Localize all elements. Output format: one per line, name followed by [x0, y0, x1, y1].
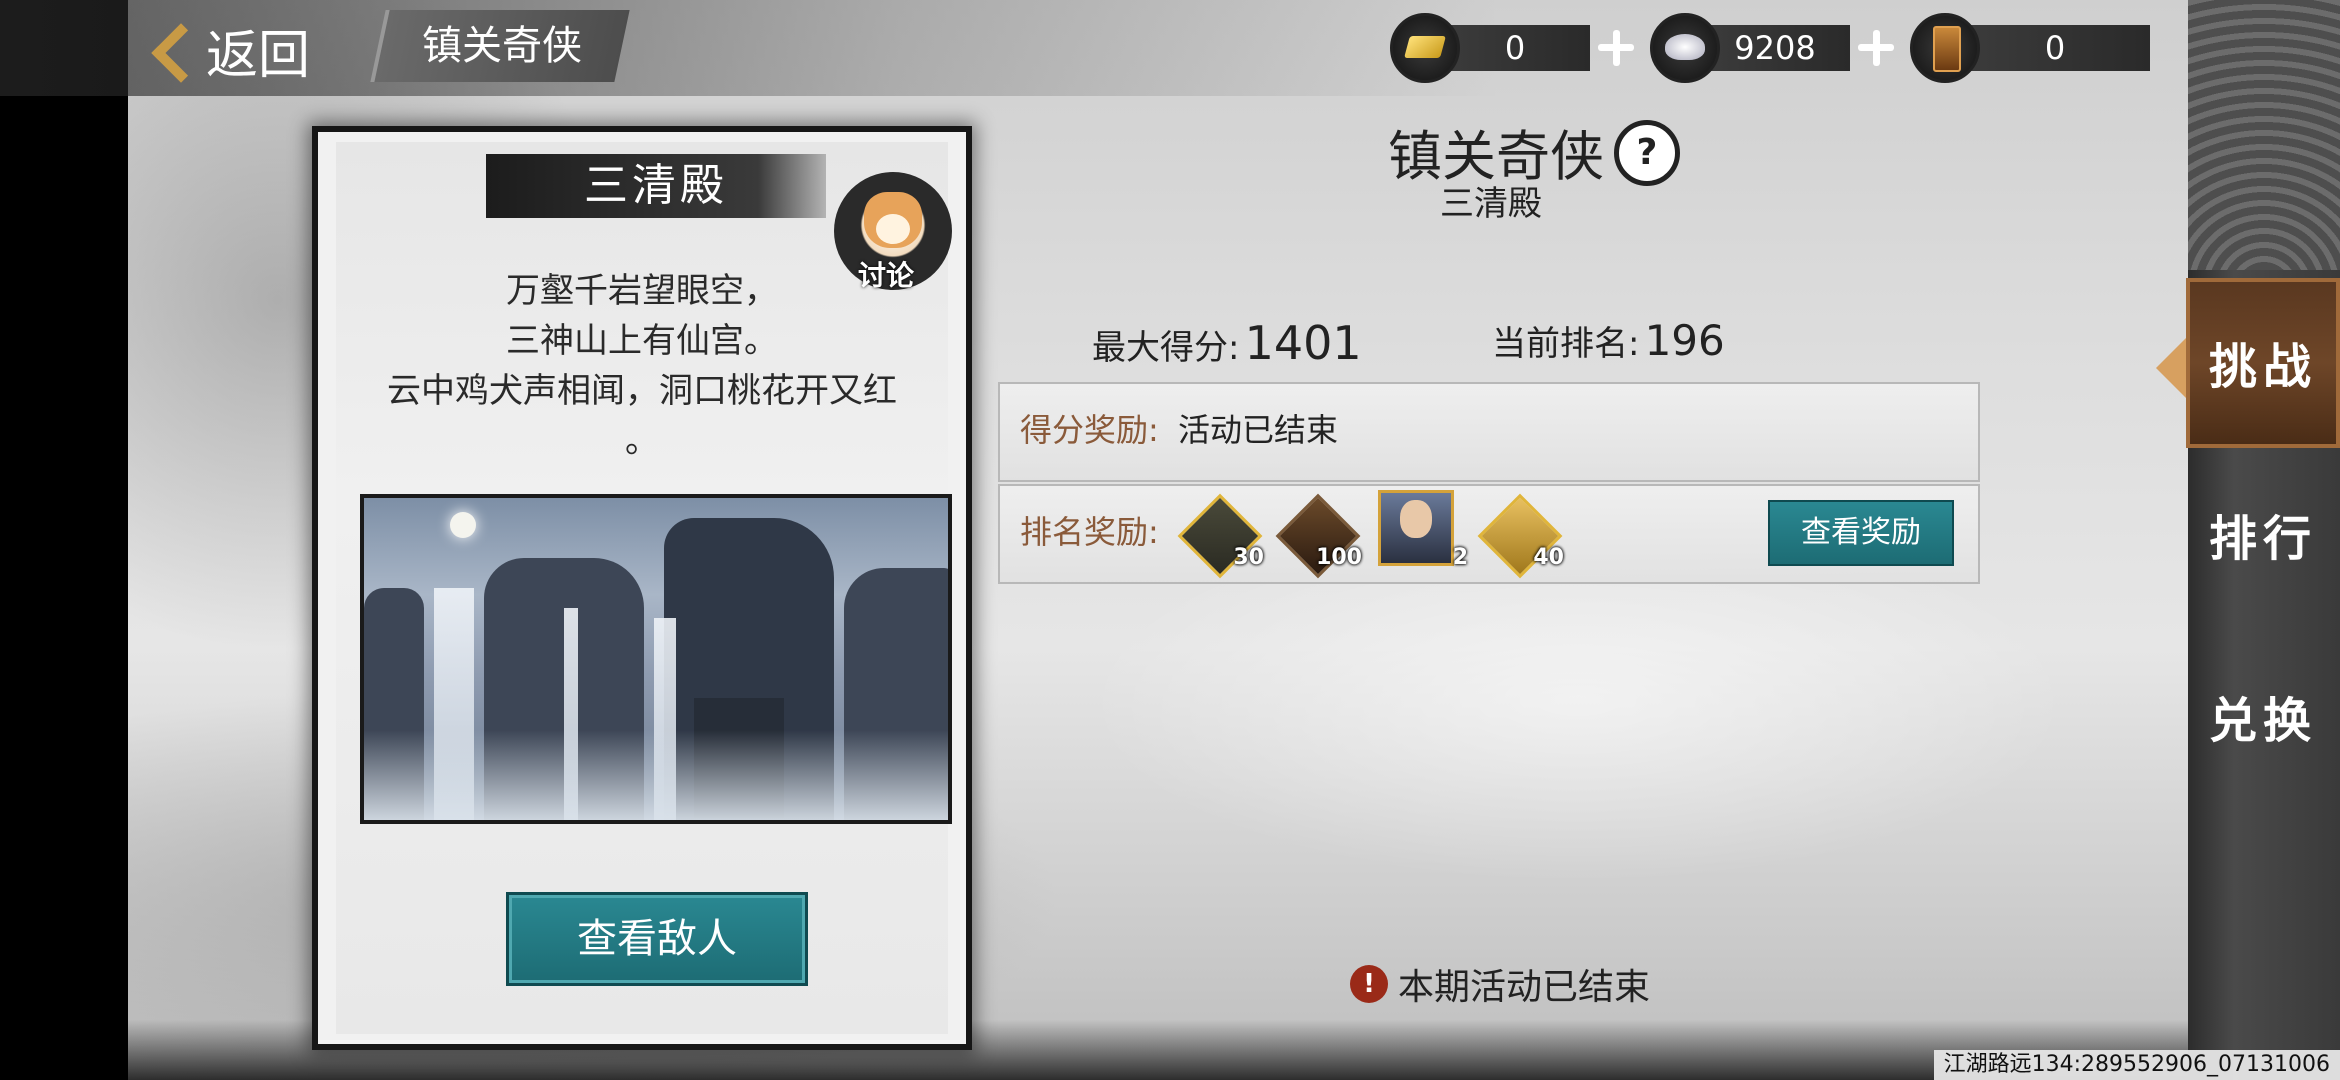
max-score-value: 1401 — [1244, 316, 1362, 370]
back-label: 返回 — [206, 25, 311, 86]
footer-watermark: 江湖路远134:289552906_07131006 — [1933, 1050, 2340, 1080]
reward-count: 30 — [1233, 545, 1264, 570]
currency-gold: 0 — [1390, 13, 1636, 83]
side-pattern — [2188, 0, 2340, 270]
currency-gold-value: 0 — [1440, 25, 1590, 71]
poem-line: 三神山上有仙宫。 — [506, 321, 778, 361]
stage-card: 三清殿 讨论 万壑千岩望眼空， 三神山上有仙宫。 云中鸡犬声相闻，洞口桃花开又红… — [318, 132, 966, 1044]
max-score: 最大得分: 1401 — [1092, 316, 1362, 370]
rank-label: 当前排名: — [1492, 324, 1640, 364]
tab-exchange[interactable]: 兑换 — [2186, 636, 2340, 806]
arrows-item-icon[interactable]: 30 — [1177, 493, 1264, 579]
tab-challenge[interactable]: 挑战 — [2186, 278, 2340, 448]
poem-line: 万壑千岩望眼空， — [506, 271, 778, 311]
view-rewards-button[interactable]: 查看奖励 — [1768, 500, 1954, 566]
token-item-icon[interactable]: 100 — [1275, 493, 1362, 579]
help-icon[interactable]: ? — [1614, 120, 1680, 186]
stage-card-inner: 三清殿 讨论 万壑千岩望眼空， 三神山上有仙宫。 云中鸡犬声相闻，洞口桃花开又红… — [336, 142, 952, 1034]
add-gold-button[interactable] — [1596, 28, 1636, 68]
reward-count: 40 — [1533, 545, 1564, 570]
poem-line: 云中鸡犬声相闻，洞口桃花开又红 — [387, 371, 897, 411]
silver-ingot-icon — [1650, 13, 1720, 83]
score-reward-value: 活动已结束 — [1178, 411, 1339, 449]
chevron-left-icon — [2156, 338, 2186, 398]
event-ended-notice: ! 本期活动已结束 — [1350, 958, 1650, 1010]
warning-icon: ! — [1350, 965, 1388, 1003]
reward-count: 2 — [1452, 545, 1468, 570]
currency-token: 0 — [1910, 13, 2150, 83]
score-reward-label: 得分奖励: — [1020, 411, 1159, 449]
stage-scene-image — [360, 494, 952, 824]
token-icon — [1910, 13, 1980, 83]
rank-reward-row: 排名奖励: 30 100 2 40 查看奖励 — [998, 484, 1980, 584]
add-silver-button[interactable] — [1856, 28, 1896, 68]
moon — [450, 512, 476, 538]
max-score-label: 最大得分: — [1092, 328, 1240, 368]
tab-ranking[interactable]: 排行 — [2186, 454, 2340, 624]
rank-reward-label: 排名奖励: — [1020, 513, 1159, 551]
tab-label: 挑战 — [2208, 339, 2317, 395]
poem-line: 。 — [625, 421, 659, 461]
current-rank: 当前排名: 196 — [1492, 316, 1725, 365]
page-title-tab: 镇关奇侠 — [370, 10, 630, 82]
scroll-item-icon[interactable]: 40 — [1477, 493, 1564, 579]
currency-silver: 9208 — [1650, 13, 1896, 83]
score-reward-row: 得分奖励: 活动已结束 — [998, 382, 1980, 482]
rank-value: 196 — [1644, 316, 1725, 365]
view-enemy-button[interactable]: 查看敌人 — [506, 892, 808, 986]
tab-label: 兑换 — [2208, 693, 2317, 749]
back-button[interactable]: 返回 — [150, 10, 350, 90]
gold-ingot-icon — [1390, 13, 1460, 83]
hero-face — [1400, 500, 1432, 538]
event-ended-text: 本期活动已结束 — [1398, 967, 1651, 1008]
page-title: 镇关奇侠 — [422, 23, 582, 69]
mist — [364, 730, 948, 820]
hero-portrait-icon[interactable]: 2 — [1378, 490, 1468, 570]
stage-poem: 万壑千岩望眼空， 三神山上有仙宫。 云中鸡犬声相闻，洞口桃花开又红 。 — [336, 266, 948, 466]
shiba-avatar-icon — [864, 192, 922, 248]
event-subtitle: 三清殿 — [1440, 184, 1542, 224]
tab-label: 排行 — [2208, 511, 2317, 567]
chevron-left-icon — [150, 20, 188, 80]
currency-token-value: 0 — [1960, 25, 2150, 71]
stage-title: 三清殿 — [486, 154, 826, 218]
reward-count: 100 — [1316, 545, 1362, 570]
currency-silver-value: 9208 — [1700, 25, 1850, 71]
